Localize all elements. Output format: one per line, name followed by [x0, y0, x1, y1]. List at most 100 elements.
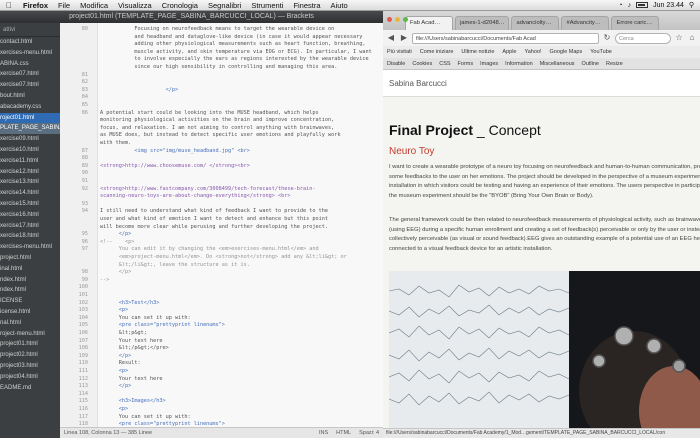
- page-title-bold: Final Project: [389, 122, 474, 138]
- sidebar-file-item[interactable]: ndex.html: [0, 275, 60, 286]
- code-text: Focusing on neurofeedback means to targe…: [100, 26, 335, 32]
- sidebar-file-item[interactable]: project.html: [0, 253, 60, 264]
- sidebar-file-item[interactable]: project02.html: [0, 350, 60, 361]
- menu-history[interactable]: Cronologia: [157, 1, 203, 10]
- sidebar-file-item[interactable]: xercise13.html: [0, 177, 60, 188]
- sidebar-file-item[interactable]: xercise11.html: [0, 156, 60, 167]
- wd-forms[interactable]: Forms: [458, 61, 474, 67]
- wd-disable[interactable]: Disable: [387, 61, 405, 67]
- wd-css[interactable]: CSS: [439, 61, 450, 67]
- wd-information[interactable]: Information: [505, 61, 533, 67]
- apple-icon[interactable]: : [0, 1, 18, 10]
- minimize-window-button[interactable]: [395, 17, 400, 22]
- code-text: <strong>http://www.fastcompany.com/30084…: [100, 185, 316, 192]
- wd-cookies[interactable]: Cookies: [412, 61, 432, 67]
- wd-images[interactable]: Images: [480, 61, 498, 67]
- close-window-button[interactable]: [387, 17, 392, 22]
- bookmark-item[interactable]: Google Maps: [550, 49, 583, 55]
- bookmark-item[interactable]: Più visitati: [387, 49, 412, 55]
- menu-help[interactable]: Aiuto: [326, 1, 353, 10]
- sidebar-file-item[interactable]: xercise14.html: [0, 188, 60, 199]
- sidebar-file-item[interactable]: ndex.html: [0, 285, 60, 296]
- code-line[interactable]: 118 <pre class="prettyprint linenums">: [60, 420, 383, 427]
- wd-miscellaneous[interactable]: Miscellaneous: [540, 61, 575, 67]
- sidebar-file-item[interactable]: nal.html: [0, 318, 60, 329]
- bookmark-item[interactable]: Apple: [502, 49, 516, 55]
- bookmark-item[interactable]: YouTube: [590, 49, 612, 55]
- menu-bookmarks[interactable]: Segnalibri: [203, 1, 246, 10]
- tab-2[interactable]: james-1-d2048…: [455, 16, 510, 30]
- sidebar-file-item[interactable]: xercise16.html: [0, 210, 60, 221]
- sidebar-file-item[interactable]: xercise07.html: [0, 69, 60, 80]
- page-subtitle: Neuro Toy: [389, 146, 435, 157]
- sidebar-file-item[interactable]: abacademy.css: [0, 102, 60, 113]
- code-text: adding other physiological measurements …: [100, 41, 366, 48]
- sidebar-file-item[interactable]: xercise15.html: [0, 199, 60, 210]
- tab-5[interactable]: Errore caric…: [611, 16, 660, 30]
- back-icon[interactable]: ◀: [386, 33, 396, 43]
- sidebar-file-item[interactable]: project03.html: [0, 361, 60, 372]
- indent-setting[interactable]: Spazi: 4: [359, 430, 379, 436]
- sidebar-file-item[interactable]: xercises-menu.html: [0, 242, 60, 253]
- sidebar-file-item[interactable]: ICENSE: [0, 296, 60, 307]
- sidebar-file-item[interactable]: xercise12.html: [0, 167, 60, 178]
- sidebar-file-item[interactable]: xercise17.html: [0, 221, 60, 232]
- menu-file[interactable]: File: [53, 1, 75, 10]
- menu-view[interactable]: Visualizza: [113, 1, 157, 10]
- sidebar-file-item[interactable]: PLATE_PAGE_SABINA_BARCUCCI_: [0, 123, 60, 135]
- framework-paragraph: The general framework could be then rela…: [389, 217, 700, 252]
- sidebar-file-item[interactable]: project04.html: [0, 372, 60, 383]
- code-text: A potential start could be looking into …: [100, 109, 319, 116]
- clock[interactable]: Jun 23.44: [653, 2, 684, 9]
- reload-icon[interactable]: ↻: [602, 33, 612, 43]
- tab-4[interactable]: #Advancity…: [561, 16, 610, 30]
- sidebar-file-item[interactable]: ABINA.css: [0, 59, 60, 70]
- sidebar-file-item[interactable]: EADME.md: [0, 383, 60, 394]
- menu-bar:  Firefox File Modifica Visualizza Crono…: [0, 0, 700, 11]
- file-sidebar: attivi contact.html xercises-menu.html ABI…: [0, 23, 60, 438]
- wd-outline[interactable]: Outline: [582, 61, 599, 67]
- wifi-icon[interactable]: ◔: [618, 2, 622, 9]
- sidebar-file-item[interactable]: contact.html: [0, 37, 60, 48]
- volume-icon[interactable]: ♪: [628, 2, 632, 9]
- sidebar-file-item[interactable]: xercises-menu.html: [0, 48, 60, 59]
- insert-mode[interactable]: INS: [319, 430, 328, 436]
- sidebar-file-item[interactable]: bout.html: [0, 91, 60, 102]
- code-editor[interactable]: 80 Focusing on neurofeedback means to ta…: [60, 23, 383, 427]
- sidebar-file-item[interactable]: xercise09.html: [0, 134, 60, 145]
- menu-window[interactable]: Finestra: [288, 1, 325, 10]
- sidebar-file-item[interactable]: xercise18.html: [0, 231, 60, 242]
- menu-tools[interactable]: Strumenti: [246, 1, 288, 10]
- tab-fab-academy[interactable]: Fab Acad…: [405, 16, 453, 30]
- bookmark-item[interactable]: Yahoo!: [524, 49, 541, 55]
- zoom-window-button[interactable]: [403, 17, 408, 22]
- site-name[interactable]: Sabina Barcucci: [383, 71, 700, 97]
- sidebar-file-item[interactable]: xercise10.html: [0, 145, 60, 156]
- menu-edit[interactable]: Modifica: [75, 1, 113, 10]
- search-input[interactable]: Cerca: [615, 32, 671, 44]
- url-bar[interactable]: file:///Users/sabinabarcucci/Documents/F…: [412, 32, 599, 44]
- menu-app[interactable]: Firefox: [18, 1, 53, 10]
- battery-icon[interactable]: [636, 2, 649, 8]
- brackets-title: project01.html (TEMPLATE_PAGE_SABINA_BAR…: [0, 11, 383, 23]
- home-icon[interactable]: ⌂: [687, 33, 697, 43]
- sidebar-file-item[interactable]: inal.html: [0, 264, 60, 275]
- bookmark-item[interactable]: Come iniziare: [420, 49, 454, 55]
- spotlight-icon[interactable]: ⚲: [689, 1, 694, 9]
- bookmark-item[interactable]: Ultime notizie: [461, 49, 494, 55]
- sidebar-file-item[interactable]: xercise07.html: [0, 80, 60, 91]
- code-text: will become more clear while perusing an…: [100, 223, 328, 230]
- bookmarks-toolbar: Più visitati Come iniziare Ultime notizi…: [383, 46, 700, 58]
- sidebar-file-item[interactable]: roject01.html: [0, 112, 60, 124]
- forward-icon[interactable]: ▶: [399, 33, 409, 43]
- tab-3[interactable]: advanciolty…: [511, 16, 560, 30]
- sidebar-file-item[interactable]: roject-menu.html: [0, 329, 60, 340]
- language-mode[interactable]: HTML: [336, 430, 351, 436]
- sidebar-file-item[interactable]: icense.html: [0, 307, 60, 318]
- wd-resize[interactable]: Resize: [606, 61, 623, 67]
- intro-paragraph: I want to create a wearable prototype of…: [389, 164, 700, 199]
- sidebar-file-item[interactable]: project01.html: [0, 339, 60, 350]
- code-text: <p>: [100, 307, 129, 314]
- file-list: contact.html xercises-menu.html ABINA.css x…: [0, 37, 60, 393]
- bookmark-star-icon[interactable]: ☆: [674, 33, 684, 43]
